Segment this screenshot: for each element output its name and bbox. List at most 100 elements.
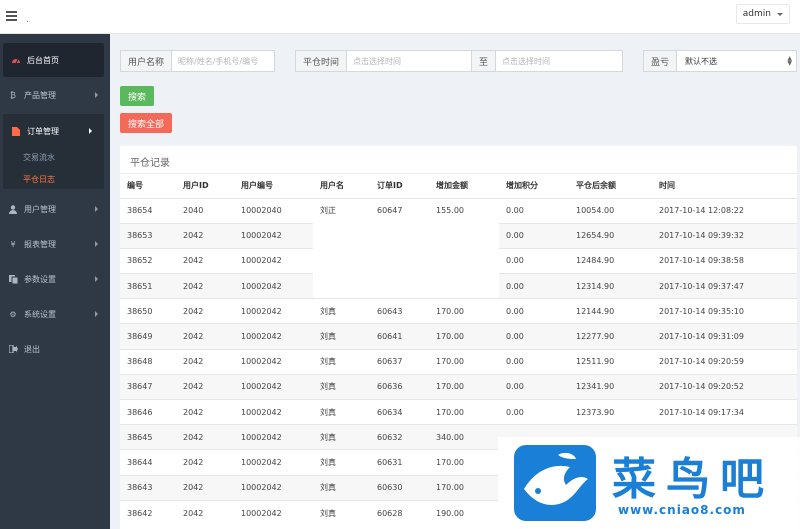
- table-cell: 10002042: [234, 273, 313, 299]
- table-cell: 刘真: [313, 449, 370, 476]
- table-cell: 0.00: [499, 348, 569, 375]
- col-header: 增加金额: [436, 181, 468, 191]
- table-cell: 170.00: [429, 449, 499, 476]
- profit-loss-select[interactable]: 默认不选 ▲ ▼: [677, 51, 796, 71]
- sidebar-item-reports[interactable]: ¥ 报表管理: [0, 227, 110, 261]
- table-cell: 刘真: [313, 499, 370, 526]
- orders-submenu: 交易流水 平仓日志: [3, 148, 104, 189]
- sidebar-item-orders[interactable]: 订单管理: [3, 114, 104, 148]
- table-cell: 10002042: [234, 424, 313, 450]
- sidebar-subitem-close-log[interactable]: 平仓日志: [23, 174, 55, 185]
- table-cell: 2042: [176, 474, 234, 501]
- table-cell: 2042: [176, 348, 234, 375]
- search-button[interactable]: 搜索: [120, 86, 155, 106]
- chevron-right-icon: [89, 128, 92, 134]
- table-cell: 60636: [370, 373, 429, 400]
- table-cell: [313, 247, 370, 274]
- table-cell: 2042: [176, 298, 234, 324]
- menu-toggle-icon[interactable]: [6, 11, 17, 21]
- chevron-right-icon: [95, 241, 98, 247]
- table-cell: 170.00: [429, 323, 499, 350]
- table-cell: 刘真: [313, 298, 370, 324]
- time-to-input[interactable]: [496, 51, 621, 71]
- username-input[interactable]: [172, 51, 273, 71]
- sidebar-item-home[interactable]: 后台首页: [3, 43, 104, 77]
- table-cell: [370, 247, 429, 274]
- table-row: 38649 2042 10002042 刘真 60641 170.00 0.00 12277.…: [120, 323, 797, 350]
- table-row: 38653 2042 10002042 0.00 12654.90 2017-10-14 …: [120, 222, 797, 249]
- table-cell: 170.00: [429, 398, 499, 425]
- table-cell: 10054.00: [569, 197, 652, 224]
- dashboard-icon: [11, 55, 21, 65]
- time-from-input[interactable]: [347, 51, 472, 71]
- chevron-right-icon: [95, 276, 98, 282]
- table-cell: [429, 247, 499, 274]
- table-cell: 2040: [176, 197, 234, 224]
- table-cell: 12277.90: [569, 323, 652, 350]
- table-cell: 170.00: [429, 474, 499, 501]
- table-row: 38650 2042 10002042 刘真 60643 170.00 0.00 12144.…: [120, 298, 797, 324]
- bird-logo-icon: [514, 445, 596, 521]
- table-cell: 2042: [176, 273, 234, 299]
- table-cell: 2042: [176, 449, 234, 476]
- profit-loss-label: 盈亏: [644, 51, 678, 71]
- table-cell: 12341.90: [569, 373, 652, 400]
- table-cell: 0.00: [499, 373, 569, 400]
- close-time-filter: 平仓时间 至: [295, 50, 623, 72]
- table-cell: 12144.90: [569, 298, 652, 324]
- table-cell: 12654.90: [569, 222, 652, 249]
- table-cell: 60641: [370, 323, 429, 350]
- table-cell: 刘真: [313, 348, 370, 375]
- sidebar-item-params[interactable]: 参数设置: [0, 262, 110, 296]
- table-cell: 60634: [370, 398, 429, 425]
- table-cell: 2017-10-14 09:31:09: [652, 323, 797, 350]
- table-cell: 170.00: [429, 298, 499, 324]
- sidebar-item-users[interactable]: 用户管理: [0, 192, 110, 226]
- table-cell: [370, 222, 429, 249]
- brand: .: [26, 14, 30, 25]
- caret-down-icon: [777, 12, 783, 16]
- yen-icon: ¥: [10, 239, 16, 249]
- table-cell: 12511.90: [569, 348, 652, 375]
- col-header: 订单ID: [377, 181, 403, 191]
- panel-title: 平仓记录: [130, 158, 170, 169]
- sidebar-item-label: 系统设置: [24, 309, 56, 319]
- table-row: 38647 2042 10002042 刘真 60636 170.00 0.00 12341.…: [120, 373, 797, 400]
- table-cell: 60631: [370, 449, 429, 476]
- user-menu[interactable]: admin: [735, 4, 790, 24]
- sidebar-item-logout[interactable]: 退出: [0, 332, 110, 366]
- table-cell: 2042: [176, 323, 234, 350]
- select-arrows-icon: ▲ ▼: [787, 55, 792, 67]
- col-header: 用户ID: [183, 181, 209, 191]
- username-filter: 用户名称: [120, 50, 275, 72]
- table-cell: 38650: [120, 298, 176, 324]
- table-cell: 190.00: [429, 499, 499, 526]
- table-row: 38646 2042 10002042 刘真 60634 170.00 0.00 12373.…: [120, 398, 797, 425]
- search-all-button[interactable]: 搜索全部: [120, 113, 173, 133]
- table-cell: [313, 273, 370, 299]
- sidebar-item-label: 订单管理: [27, 126, 59, 136]
- table-cell: 0.00: [499, 398, 569, 425]
- table-cell: 60637: [370, 348, 429, 375]
- sidebar-item-label: 退出: [24, 344, 40, 354]
- table-cell: 刘正: [313, 197, 370, 224]
- table-cell: 10002042: [234, 398, 313, 425]
- user-name: admin: [742, 9, 771, 19]
- time-to-separator: 至: [471, 51, 497, 71]
- copy-icon: [8, 274, 18, 284]
- table-cell: [429, 273, 499, 299]
- sidebar-subitem-transactions[interactable]: 交易流水: [23, 152, 55, 163]
- table-cell: 38646: [120, 398, 176, 425]
- table-cell: [313, 222, 370, 249]
- table-cell: 10002042: [234, 373, 313, 400]
- table-cell: 10002042: [234, 499, 313, 526]
- sidebar-item-system[interactable]: ⚙ 系统设置: [0, 297, 110, 331]
- table-cell: 12373.90: [569, 398, 652, 425]
- col-header: 增加积分: [506, 181, 538, 191]
- sidebar-item-products[interactable]: ₿ 产品管理: [0, 78, 110, 112]
- table-cell: 38647: [120, 373, 176, 400]
- col-header: 平仓后余额: [576, 181, 616, 191]
- table-row: 38652 2042 10002042 0.00 12484.90 2017-10-14 …: [120, 247, 797, 274]
- table-cell: 38644: [120, 449, 176, 476]
- table-cell: 10002042: [234, 348, 313, 375]
